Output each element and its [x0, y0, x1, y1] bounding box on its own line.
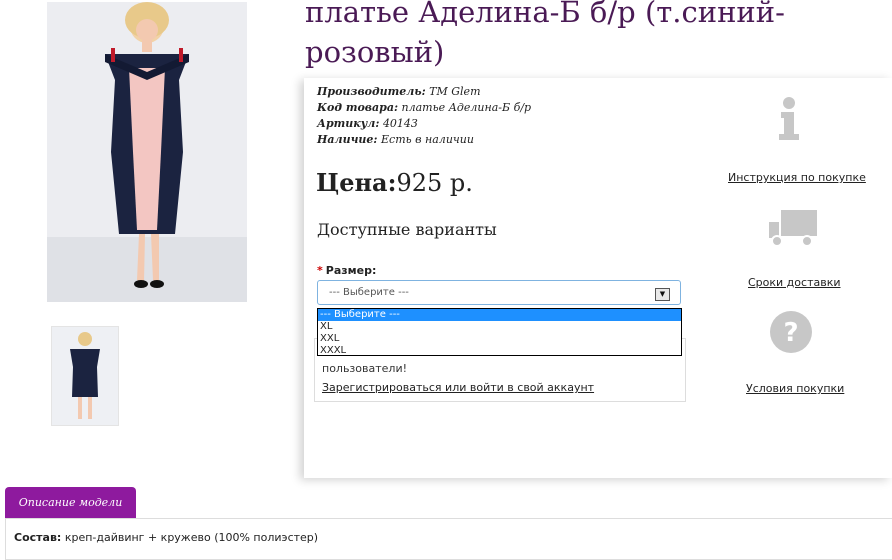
- price: Цена:925 р.: [316, 168, 473, 197]
- attribute-label: Наличие:: [317, 133, 378, 146]
- required-mark: *: [317, 264, 323, 277]
- info-icon: [774, 96, 804, 146]
- thumbnail-image: [52, 327, 118, 425]
- description-label: Состав:: [14, 531, 62, 544]
- price-value: 925 р.: [396, 169, 473, 197]
- login-notice-text: пользователи!: [322, 362, 408, 375]
- size-dropdown-list[interactable]: --- Выберите --- XL XXL XXXL: [317, 308, 682, 356]
- attribute-availability: Наличие: Есть в наличии: [317, 132, 474, 148]
- size-option[interactable]: XL: [318, 321, 681, 333]
- delivery-link[interactable]: Сроки доставки: [748, 276, 841, 289]
- variants-heading: Доступные варианты: [317, 220, 497, 239]
- attribute-value: TM Glem: [429, 85, 481, 98]
- truck-icon: [767, 208, 819, 252]
- product-title: платье Аделина-Б б/р (т.синий-розовый): [305, 0, 785, 69]
- svg-text:?: ?: [783, 318, 798, 348]
- size-label: * Размер:: [317, 264, 376, 277]
- attribute-value: Есть в наличии: [381, 133, 474, 146]
- instruction-link[interactable]: Инструкция по покупке: [728, 171, 866, 184]
- dress-model-image: [47, 2, 247, 302]
- register-login-link[interactable]: Зарегистрироваться или войти в свой акка…: [322, 381, 594, 394]
- product-main-photo[interactable]: [47, 2, 247, 302]
- question-icon: ?: [769, 310, 813, 358]
- attribute-sku: Артикул: 40143: [317, 116, 418, 132]
- attribute-manufacturer: Производитель: TM Glem: [317, 84, 481, 100]
- product-thumbnail[interactable]: [51, 326, 119, 426]
- description-text: Состав: креп-дайвинг + кружево (100% пол…: [14, 531, 318, 544]
- size-select[interactable]: --- Выберите --- ▼: [317, 280, 681, 305]
- attribute-label: Артикул:: [317, 117, 380, 130]
- tab-description[interactable]: Описание модели: [5, 487, 136, 519]
- terms-link[interactable]: Условия покупки: [746, 382, 844, 395]
- chevron-down-icon[interactable]: ▼: [655, 288, 670, 301]
- attribute-value: 40143: [382, 117, 418, 130]
- size-option[interactable]: --- Выберите ---: [318, 309, 681, 321]
- size-select-value: --- Выберите ---: [329, 287, 409, 298]
- attribute-label: Код товара:: [317, 101, 399, 114]
- attribute-label: Производитель:: [317, 85, 426, 98]
- size-option[interactable]: XXL: [318, 333, 681, 345]
- size-option[interactable]: XXXL: [318, 345, 681, 357]
- attribute-product-code: Код товара: платье Аделина-Б б/р: [317, 100, 531, 116]
- attribute-value: платье Аделина-Б б/р: [401, 101, 532, 114]
- size-label-text: Размер:: [325, 264, 377, 277]
- description-value: креп-дайвинг + кружево (100% полиэстер): [64, 531, 319, 544]
- price-label: Цена:: [316, 168, 397, 197]
